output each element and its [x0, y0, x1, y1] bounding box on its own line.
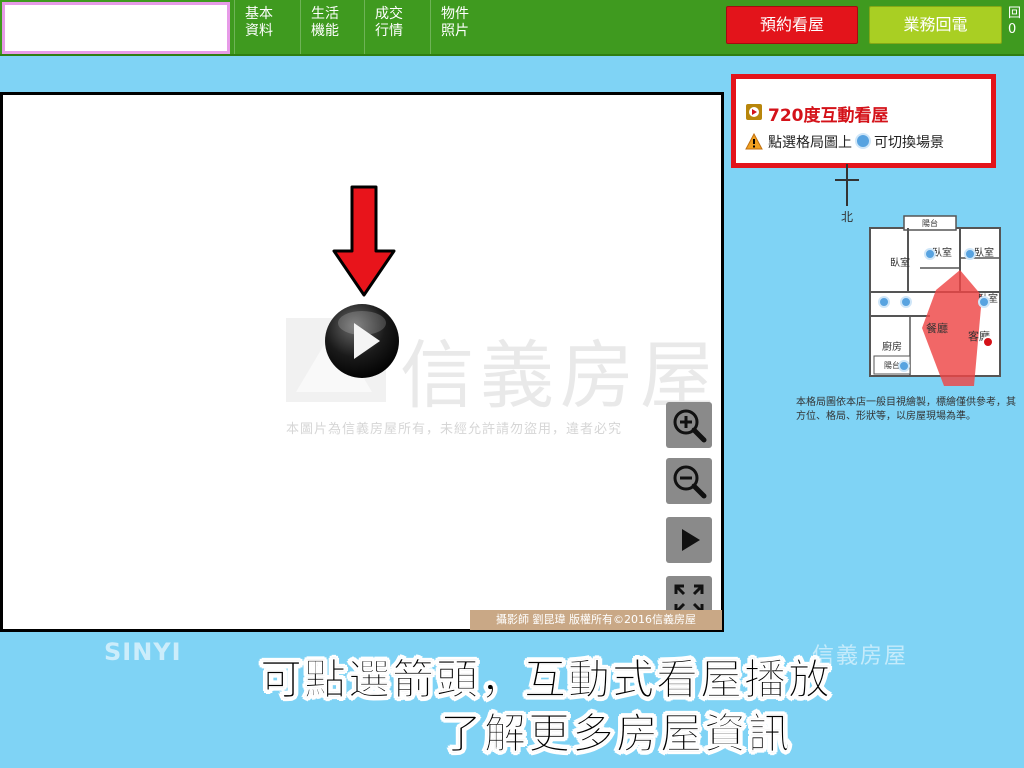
floor-plan-disclaimer: 本格局圖依本店一般目視繪製，標繪僅供參考，其方位、格局、形狀等，以房屋現場為準。 [796, 397, 1016, 422]
tab-transaction-prices-line1: 成交 [375, 6, 403, 22]
hotspot-dot[interactable] [878, 296, 890, 308]
hotspot-dot[interactable] [900, 296, 912, 308]
play-tour-button[interactable] [324, 303, 400, 379]
tab-living-functions-line2: 機能 [311, 23, 339, 39]
room-label-bedroom-3: 臥室 [974, 246, 994, 259]
room-label-balcony-bottom: 陽台 [884, 360, 900, 370]
play-icon [682, 529, 700, 551]
zoom-in-button[interactable] [666, 402, 712, 448]
room-label-bedroom-1: 臥室 [890, 256, 910, 269]
compass-icon [835, 164, 859, 206]
agent-callback-button[interactable]: 業務回電 [869, 6, 1002, 44]
caption-line-2: 了解更多房屋資訊 [440, 709, 793, 759]
photo-credit: 攝影師 劉昆瑋 版權所有©2016信義房屋 [470, 610, 722, 630]
scene-switch-hint: 點選格局圖上 可切換場景 [768, 132, 944, 152]
tab-property-photos-line1: 物件 [441, 6, 469, 22]
zoom-out-icon [673, 465, 707, 499]
hotspot-dot-icon [855, 133, 871, 149]
zoom-in-icon [673, 409, 707, 443]
cut-off-nav-text[interactable]: 回 0 [1008, 6, 1024, 38]
tab-transaction-prices[interactable]: 成交 行情 [364, 0, 426, 54]
tab-transaction-prices-line2: 行情 [375, 23, 403, 39]
hint-text-before: 點選格局圖上 [768, 135, 852, 151]
red-down-arrow-icon [332, 185, 396, 297]
camera-play-icon [746, 104, 762, 120]
room-label-balcony-top: 陽台 [922, 218, 938, 228]
hotspot-dot[interactable] [924, 248, 936, 260]
hotspot-dot[interactable] [898, 360, 910, 372]
floor-plan[interactable]: 陽台 臥室 臥室 臥室 臥室 餐廳 客廳 廚房 陽台 [860, 208, 1022, 396]
top-nav-bar: 基本 資料 生活 機能 成交 行情 物件 照片 預約看屋 業務回電 回 0 [0, 0, 1024, 56]
autoplay-button[interactable] [666, 517, 712, 563]
tab-basic-info[interactable]: 基本 資料 [234, 0, 296, 54]
interactive-tour-info-box: 720度互動看屋 點選格局圖上 可切換場景 [731, 74, 996, 168]
interactive-tour-title: 720度互動看屋 [768, 106, 889, 126]
tab-living-functions[interactable]: 生活 機能 [300, 0, 362, 54]
caption-line-1: 可點選箭頭，互動式看屋播放 [260, 655, 833, 705]
book-viewing-button[interactable]: 預約看屋 [726, 6, 858, 44]
hotspot-dot[interactable] [978, 296, 990, 308]
hotspot-dot[interactable] [964, 248, 976, 260]
hint-text-after: 可切換場景 [874, 135, 944, 151]
warning-icon [745, 133, 763, 150]
tab-property-photos[interactable]: 物件 照片 [430, 0, 492, 54]
logo-placeholder [2, 2, 230, 54]
north-label: 北 [841, 210, 854, 224]
watermark-copyright: 本圖片為信義房屋所有，未經允許請勿盜用，違者必究 [286, 422, 623, 437]
tab-basic-info-line1: 基本 [245, 6, 273, 22]
room-label-dining: 餐廳 [926, 321, 948, 335]
tab-basic-info-line2: 資料 [245, 23, 273, 39]
current-scene-dot[interactable] [982, 336, 994, 348]
zoom-out-button[interactable] [666, 458, 712, 504]
tab-property-photos-line2: 照片 [441, 23, 469, 39]
tab-living-functions-line1: 生活 [311, 6, 339, 22]
room-label-kitchen: 廚房 [882, 340, 902, 353]
